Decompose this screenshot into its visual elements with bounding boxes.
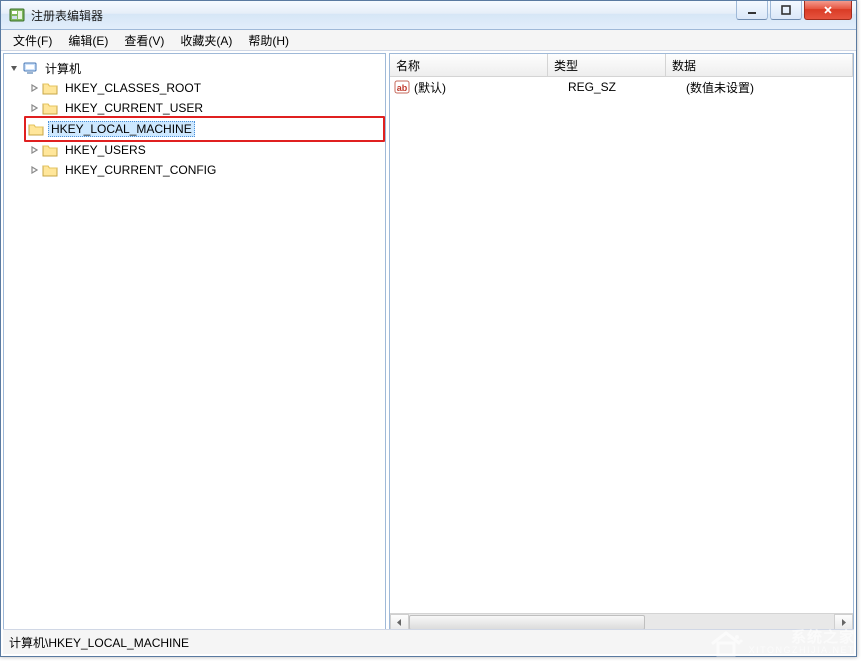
statusbar: 计算机\HKEY_LOCAL_MACHINE <box>3 629 854 654</box>
column-data[interactable]: 数据 <box>666 54 853 76</box>
tree-item[interactable]: HKEY_CURRENT_CONFIG <box>28 160 385 180</box>
tree-item[interactable]: HKEY_LOCAL_MACHINE <box>24 116 385 142</box>
values-pane: 名称 类型 数据 ab (默认)REG_SZ(数值未设置) <box>389 53 854 632</box>
tree-item-label: HKEY_CURRENT_USER <box>62 100 206 116</box>
tree-item[interactable]: HKEY_USERS <box>28 140 385 160</box>
tree-root-computer[interactable]: 计算机 <box>8 58 385 78</box>
values-list[interactable]: ab (默认)REG_SZ(数值未设置) <box>390 77 853 613</box>
regedit-icon <box>9 7 25 23</box>
menu-view[interactable]: 查看(V) <box>116 30 172 51</box>
svg-text:ab: ab <box>397 83 408 93</box>
maximize-button[interactable] <box>770 1 802 20</box>
folder-icon <box>42 80 58 96</box>
expander-icon[interactable] <box>28 144 40 156</box>
string-value-icon: ab <box>394 79 410 95</box>
computer-icon <box>22 60 38 76</box>
window-title: 注册表编辑器 <box>31 7 103 24</box>
tree-item-label: HKEY_CLASSES_ROOT <box>62 80 204 96</box>
list-row[interactable]: ab (默认)REG_SZ(数值未设置) <box>390 77 853 97</box>
tree-item[interactable]: HKEY_CLASSES_ROOT <box>28 78 385 98</box>
folder-icon <box>42 100 58 116</box>
expander-icon[interactable] <box>28 102 40 114</box>
menu-favorites[interactable]: 收藏夹(A) <box>172 30 240 51</box>
tree-pane[interactable]: 计算机 HKEY_CLASSES_ROOT HKEY_CURRENT_USER HKE… <box>3 53 386 632</box>
tree-root-label: 计算机 <box>42 59 84 78</box>
tree-item[interactable]: HKEY_CURRENT_USER <box>28 98 385 118</box>
value-type: REG_SZ <box>568 80 686 94</box>
menu-file[interactable]: 文件(F) <box>5 30 60 51</box>
statusbar-path: 计算机\HKEY_LOCAL_MACHINE <box>9 634 189 651</box>
tree-item-label: HKEY_USERS <box>62 142 149 158</box>
tree-item-label: HKEY_LOCAL_MACHINE <box>48 121 195 137</box>
column-name[interactable]: 名称 <box>390 54 548 76</box>
expander-icon[interactable] <box>8 62 20 74</box>
registry-editor-window: 注册表编辑器 文件(F) 编辑(E) 查看(V) 收藏夹(A) 帮助(H) 计算… <box>0 0 857 657</box>
minimize-button[interactable] <box>736 1 768 20</box>
menu-help[interactable]: 帮助(H) <box>240 30 297 51</box>
folder-icon <box>42 162 58 178</box>
value-name: (默认) <box>414 79 568 96</box>
column-type[interactable]: 类型 <box>548 54 666 76</box>
menubar: 文件(F) 编辑(E) 查看(V) 收藏夹(A) 帮助(H) <box>1 30 856 51</box>
values-header: 名称 类型 数据 <box>390 54 853 77</box>
titlebar[interactable]: 注册表编辑器 <box>1 1 856 30</box>
value-data: (数值未设置) <box>686 79 853 96</box>
expander-icon[interactable] <box>28 164 40 176</box>
folder-icon <box>42 142 58 158</box>
expander-icon[interactable] <box>28 82 40 94</box>
menu-edit[interactable]: 编辑(E) <box>60 30 116 51</box>
scroll-thumb[interactable] <box>409 615 645 630</box>
folder-icon <box>28 121 44 137</box>
tree-item-label: HKEY_CURRENT_CONFIG <box>62 162 219 178</box>
close-button[interactable] <box>804 1 852 20</box>
